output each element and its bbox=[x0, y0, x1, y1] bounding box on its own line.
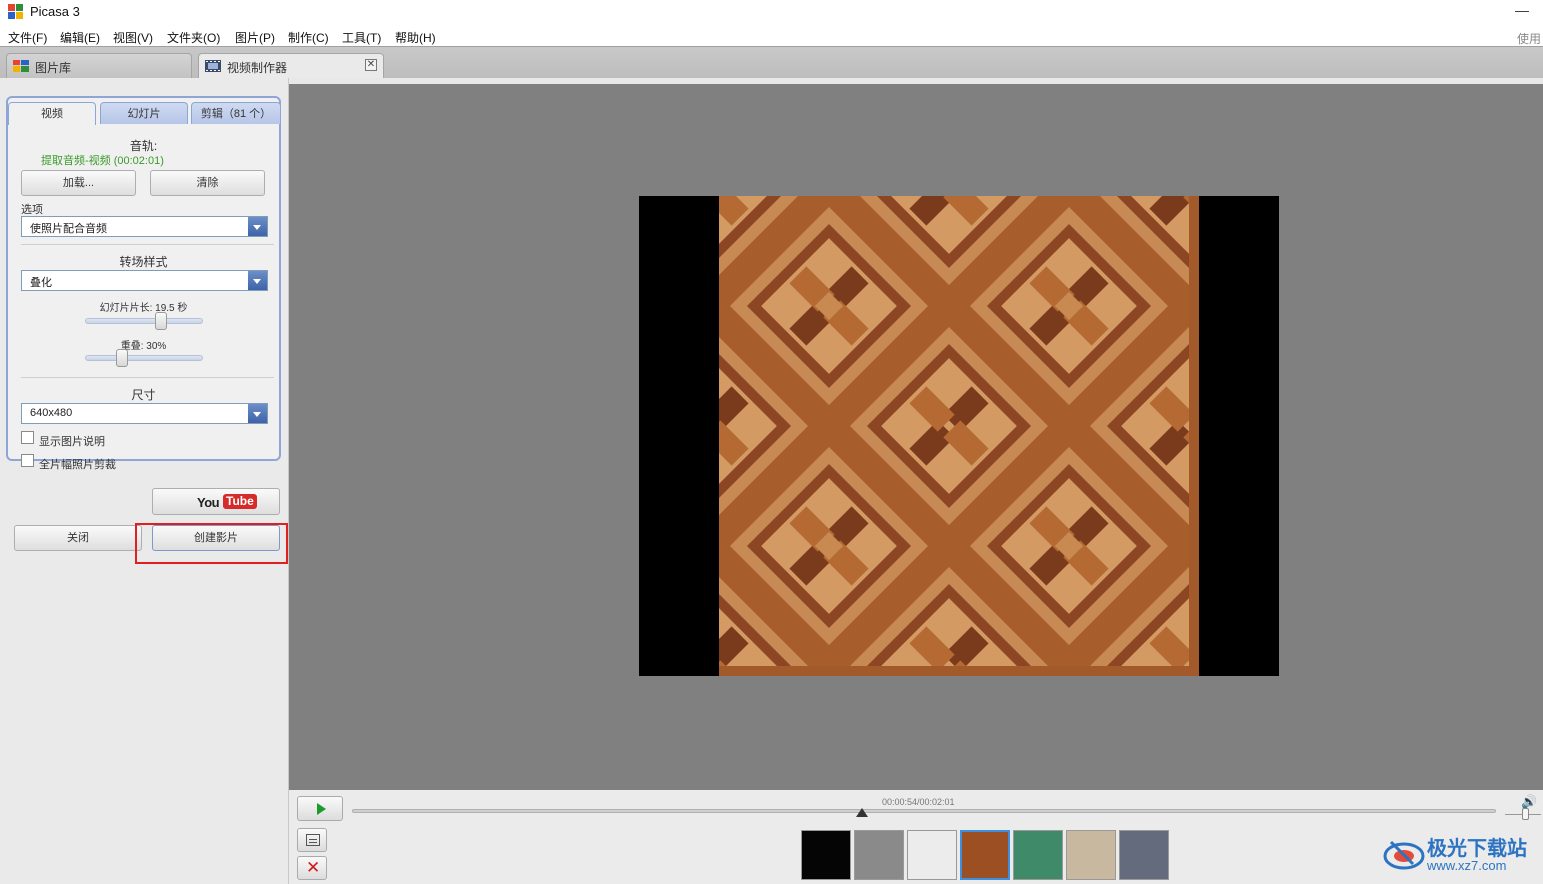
parquet-preview-image bbox=[719, 196, 1199, 676]
menu-file[interactable]: 文件(F) bbox=[8, 29, 47, 46]
site-watermark: 极光下载站 www.xz7.com bbox=[1383, 832, 1533, 878]
clip-white-texture-thumbnail[interactable] bbox=[907, 830, 957, 880]
overlap-label: 重叠: 30% bbox=[120, 341, 167, 352]
show-captions-checkbox[interactable] bbox=[21, 431, 34, 444]
tab-strip: 图片库 视频制作器 ✕ bbox=[0, 46, 1543, 80]
clipped-menu-text: 使用 bbox=[1516, 32, 1541, 46]
picasa-logo-icon bbox=[8, 4, 23, 19]
clip-bw-photo-thumbnail[interactable] bbox=[854, 830, 904, 880]
playback-bar: 00:00:54/00:02:01 🔊 ✕ bbox=[289, 790, 1543, 884]
tab-video[interactable]: 视频 bbox=[8, 102, 96, 125]
delete-x-icon: ✕ bbox=[306, 858, 321, 877]
size-select[interactable]: 640x480 bbox=[21, 403, 268, 424]
slide-length-slider[interactable] bbox=[85, 318, 203, 324]
tab-movie-maker-label: 视频制作器 bbox=[227, 61, 288, 75]
clear-audio-button[interactable]: 清除 bbox=[150, 170, 265, 196]
youtube-logo-you: You bbox=[197, 495, 220, 510]
clip-black-title-thumbnail[interactable] bbox=[801, 830, 851, 880]
full-frame-crop-label: 全片幅照片剪裁 bbox=[39, 459, 116, 471]
playhead-marker[interactable] bbox=[856, 808, 869, 817]
time-readout: 00:00:54/00:02:01 bbox=[882, 797, 955, 807]
tab-clips[interactable]: 剪辑（81 个） bbox=[191, 102, 281, 124]
minimize-button[interactable]: — bbox=[1515, 2, 1529, 18]
movie-settings-panel: 视频 幻灯片 剪辑（81 个） 音轨: 提取音频-视频 (00:02:01) 加… bbox=[0, 78, 289, 884]
youtube-upload-button[interactable]: You Tube bbox=[152, 488, 280, 515]
size-select-value: 640x480 bbox=[30, 407, 73, 419]
timeline-scrubber[interactable] bbox=[352, 809, 1496, 813]
menu-bar: 文件(F) 编辑(E) 视图(V) 文件夹(O) 图片(P) 制作(C) 工具(… bbox=[0, 26, 1543, 46]
menu-help[interactable]: 帮助(H) bbox=[395, 29, 436, 46]
load-audio-button[interactable]: 加载... bbox=[21, 170, 136, 196]
tab-library[interactable]: 图片库 bbox=[6, 53, 192, 79]
transition-label: 转场样式 bbox=[119, 255, 168, 269]
watermark-url: www.xz7.com bbox=[1427, 858, 1507, 873]
size-label: 尺寸 bbox=[131, 388, 156, 402]
settings-box: 视频 幻灯片 剪辑（81 个） 音轨: 提取音频-视频 (00:02:01) 加… bbox=[6, 96, 281, 471]
transition-select-value: 叠化 bbox=[30, 277, 52, 289]
slide-length-slider-thumb[interactable] bbox=[155, 312, 167, 330]
menu-view[interactable]: 视图(V) bbox=[113, 29, 153, 46]
clip-gray-fabric-thumbnail[interactable] bbox=[1119, 830, 1169, 880]
show-captions-label: 显示图片说明 bbox=[39, 436, 105, 448]
chevron-down-icon bbox=[248, 404, 267, 423]
menu-create[interactable]: 制作(C) bbox=[288, 29, 329, 46]
divider bbox=[21, 244, 274, 245]
close-tab-icon[interactable]: ✕ bbox=[365, 59, 377, 71]
add-title-slide-button[interactable] bbox=[297, 828, 327, 852]
remove-clip-button[interactable]: ✕ bbox=[297, 856, 327, 880]
highlight-annotation bbox=[135, 523, 288, 564]
slide-length-label: 幻灯片片长: 19.5 秒 bbox=[99, 303, 188, 314]
divider bbox=[21, 377, 274, 378]
preview-area bbox=[289, 84, 1543, 790]
menu-folder[interactable]: 文件夹(O) bbox=[167, 29, 220, 46]
menu-picture[interactable]: 图片(P) bbox=[235, 29, 275, 46]
clip-beige-texture-thumbnail[interactable] bbox=[1066, 830, 1116, 880]
settings-tabs: 视频 幻灯片 剪辑（81 个） bbox=[8, 102, 281, 125]
library-grid-icon bbox=[13, 60, 29, 72]
video-preview bbox=[639, 196, 1279, 676]
watermark-logo-icon bbox=[1383, 840, 1425, 870]
options-label: 选项 bbox=[21, 204, 43, 216]
text-slide-icon bbox=[306, 834, 320, 846]
overlap-slider[interactable] bbox=[85, 355, 203, 361]
options-select-value: 使照片配合音频 bbox=[30, 223, 107, 235]
window-title: Picasa 3 bbox=[30, 4, 80, 19]
youtube-logo-tube: Tube bbox=[223, 494, 257, 509]
watermark-title: 极光下载站 bbox=[1427, 838, 1527, 860]
menu-edit[interactable]: 编辑(E) bbox=[60, 29, 100, 46]
audio-track-value: 提取音频-视频 (00:02:01) bbox=[41, 155, 164, 167]
chevron-down-icon bbox=[248, 271, 267, 290]
tab-slideshow[interactable]: 幻灯片 bbox=[100, 102, 188, 124]
volume-slider-thumb[interactable] bbox=[1522, 808, 1529, 820]
tab-movie-maker[interactable]: 视频制作器 ✕ bbox=[198, 53, 384, 80]
options-select[interactable]: 使照片配合音频 bbox=[21, 216, 268, 237]
chevron-down-icon bbox=[248, 217, 267, 236]
full-frame-crop-checkbox[interactable] bbox=[21, 454, 34, 467]
film-strip-icon bbox=[205, 60, 221, 72]
clip-green-marble-thumbnail[interactable] bbox=[1013, 830, 1063, 880]
tab-library-label: 图片库 bbox=[35, 61, 72, 75]
transition-select[interactable]: 叠化 bbox=[21, 270, 268, 291]
overlap-slider-thumb[interactable] bbox=[116, 349, 128, 367]
play-button[interactable] bbox=[297, 796, 343, 821]
clip-parquet-thumbnail[interactable] bbox=[960, 830, 1010, 880]
title-bar: Picasa 3 — bbox=[0, 0, 1543, 24]
close-button[interactable]: 关闭 bbox=[14, 525, 142, 551]
menu-tools[interactable]: 工具(T) bbox=[342, 29, 381, 46]
